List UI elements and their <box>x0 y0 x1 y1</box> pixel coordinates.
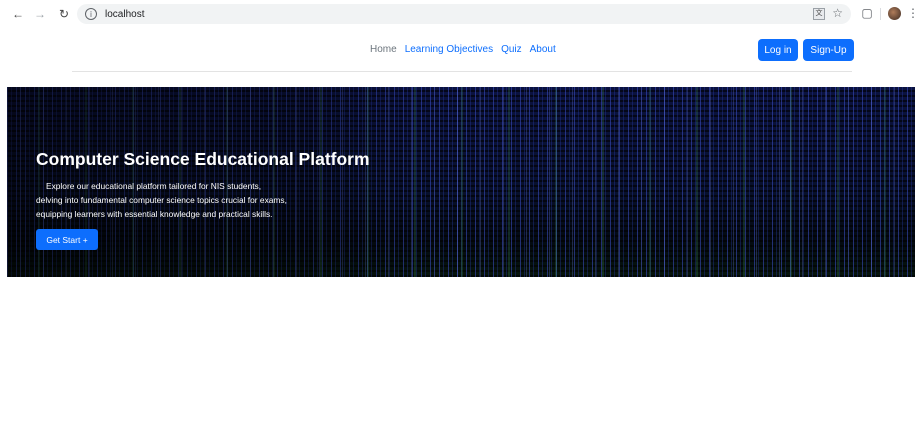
nav-link-learning-objectives[interactable]: Learning Objectives <box>405 44 493 55</box>
nav-link-about[interactable]: About <box>530 44 556 55</box>
site-navbar: Home Learning Objectives Quiz About Log … <box>72 30 854 72</box>
hero-banner: Computer Science Educational Platform Ex… <box>7 87 915 277</box>
site-info-icon[interactable]: i <box>85 8 97 20</box>
toolbar-divider <box>880 8 881 20</box>
nav-links: Home Learning Objectives Quiz About <box>370 44 556 55</box>
hero-content: Computer Science Educational Platform Ex… <box>36 149 370 250</box>
get-start-button[interactable]: Get Start + <box>36 229 98 250</box>
extensions-icon[interactable]: ▢ <box>860 6 874 20</box>
hero-description-line: delving into fundamental computer scienc… <box>36 195 287 205</box>
browser-toolbar: ← → ↻ i localhost 文 ☆ ▢ ⋮ <box>0 0 916 28</box>
reload-icon[interactable]: ↻ <box>55 5 73 23</box>
signup-button[interactable]: Sign-Up <box>803 39 854 61</box>
profile-avatar[interactable] <box>888 7 901 20</box>
address-bar[interactable]: i localhost 文 ☆ <box>77 4 851 24</box>
back-arrow-icon[interactable]: ← <box>9 5 27 23</box>
hero-description-line: equipping learners with essential knowle… <box>36 209 273 219</box>
translate-icon[interactable]: 文 <box>813 8 825 20</box>
hero-title: Computer Science Educational Platform <box>36 149 370 169</box>
nav-link-home[interactable]: Home <box>370 44 397 55</box>
nav-link-quiz[interactable]: Quiz <box>501 44 522 55</box>
login-button[interactable]: Log in <box>758 39 798 61</box>
url-text[interactable]: localhost <box>105 9 144 20</box>
hero-description: Explore our educational platform tailore… <box>36 179 370 221</box>
hero-description-line: Explore our educational platform tailore… <box>46 181 262 191</box>
forward-arrow-icon[interactable]: → <box>31 5 49 23</box>
bookmark-star-icon[interactable]: ☆ <box>832 6 843 20</box>
browser-menu-icon[interactable]: ⋮ <box>907 6 916 20</box>
